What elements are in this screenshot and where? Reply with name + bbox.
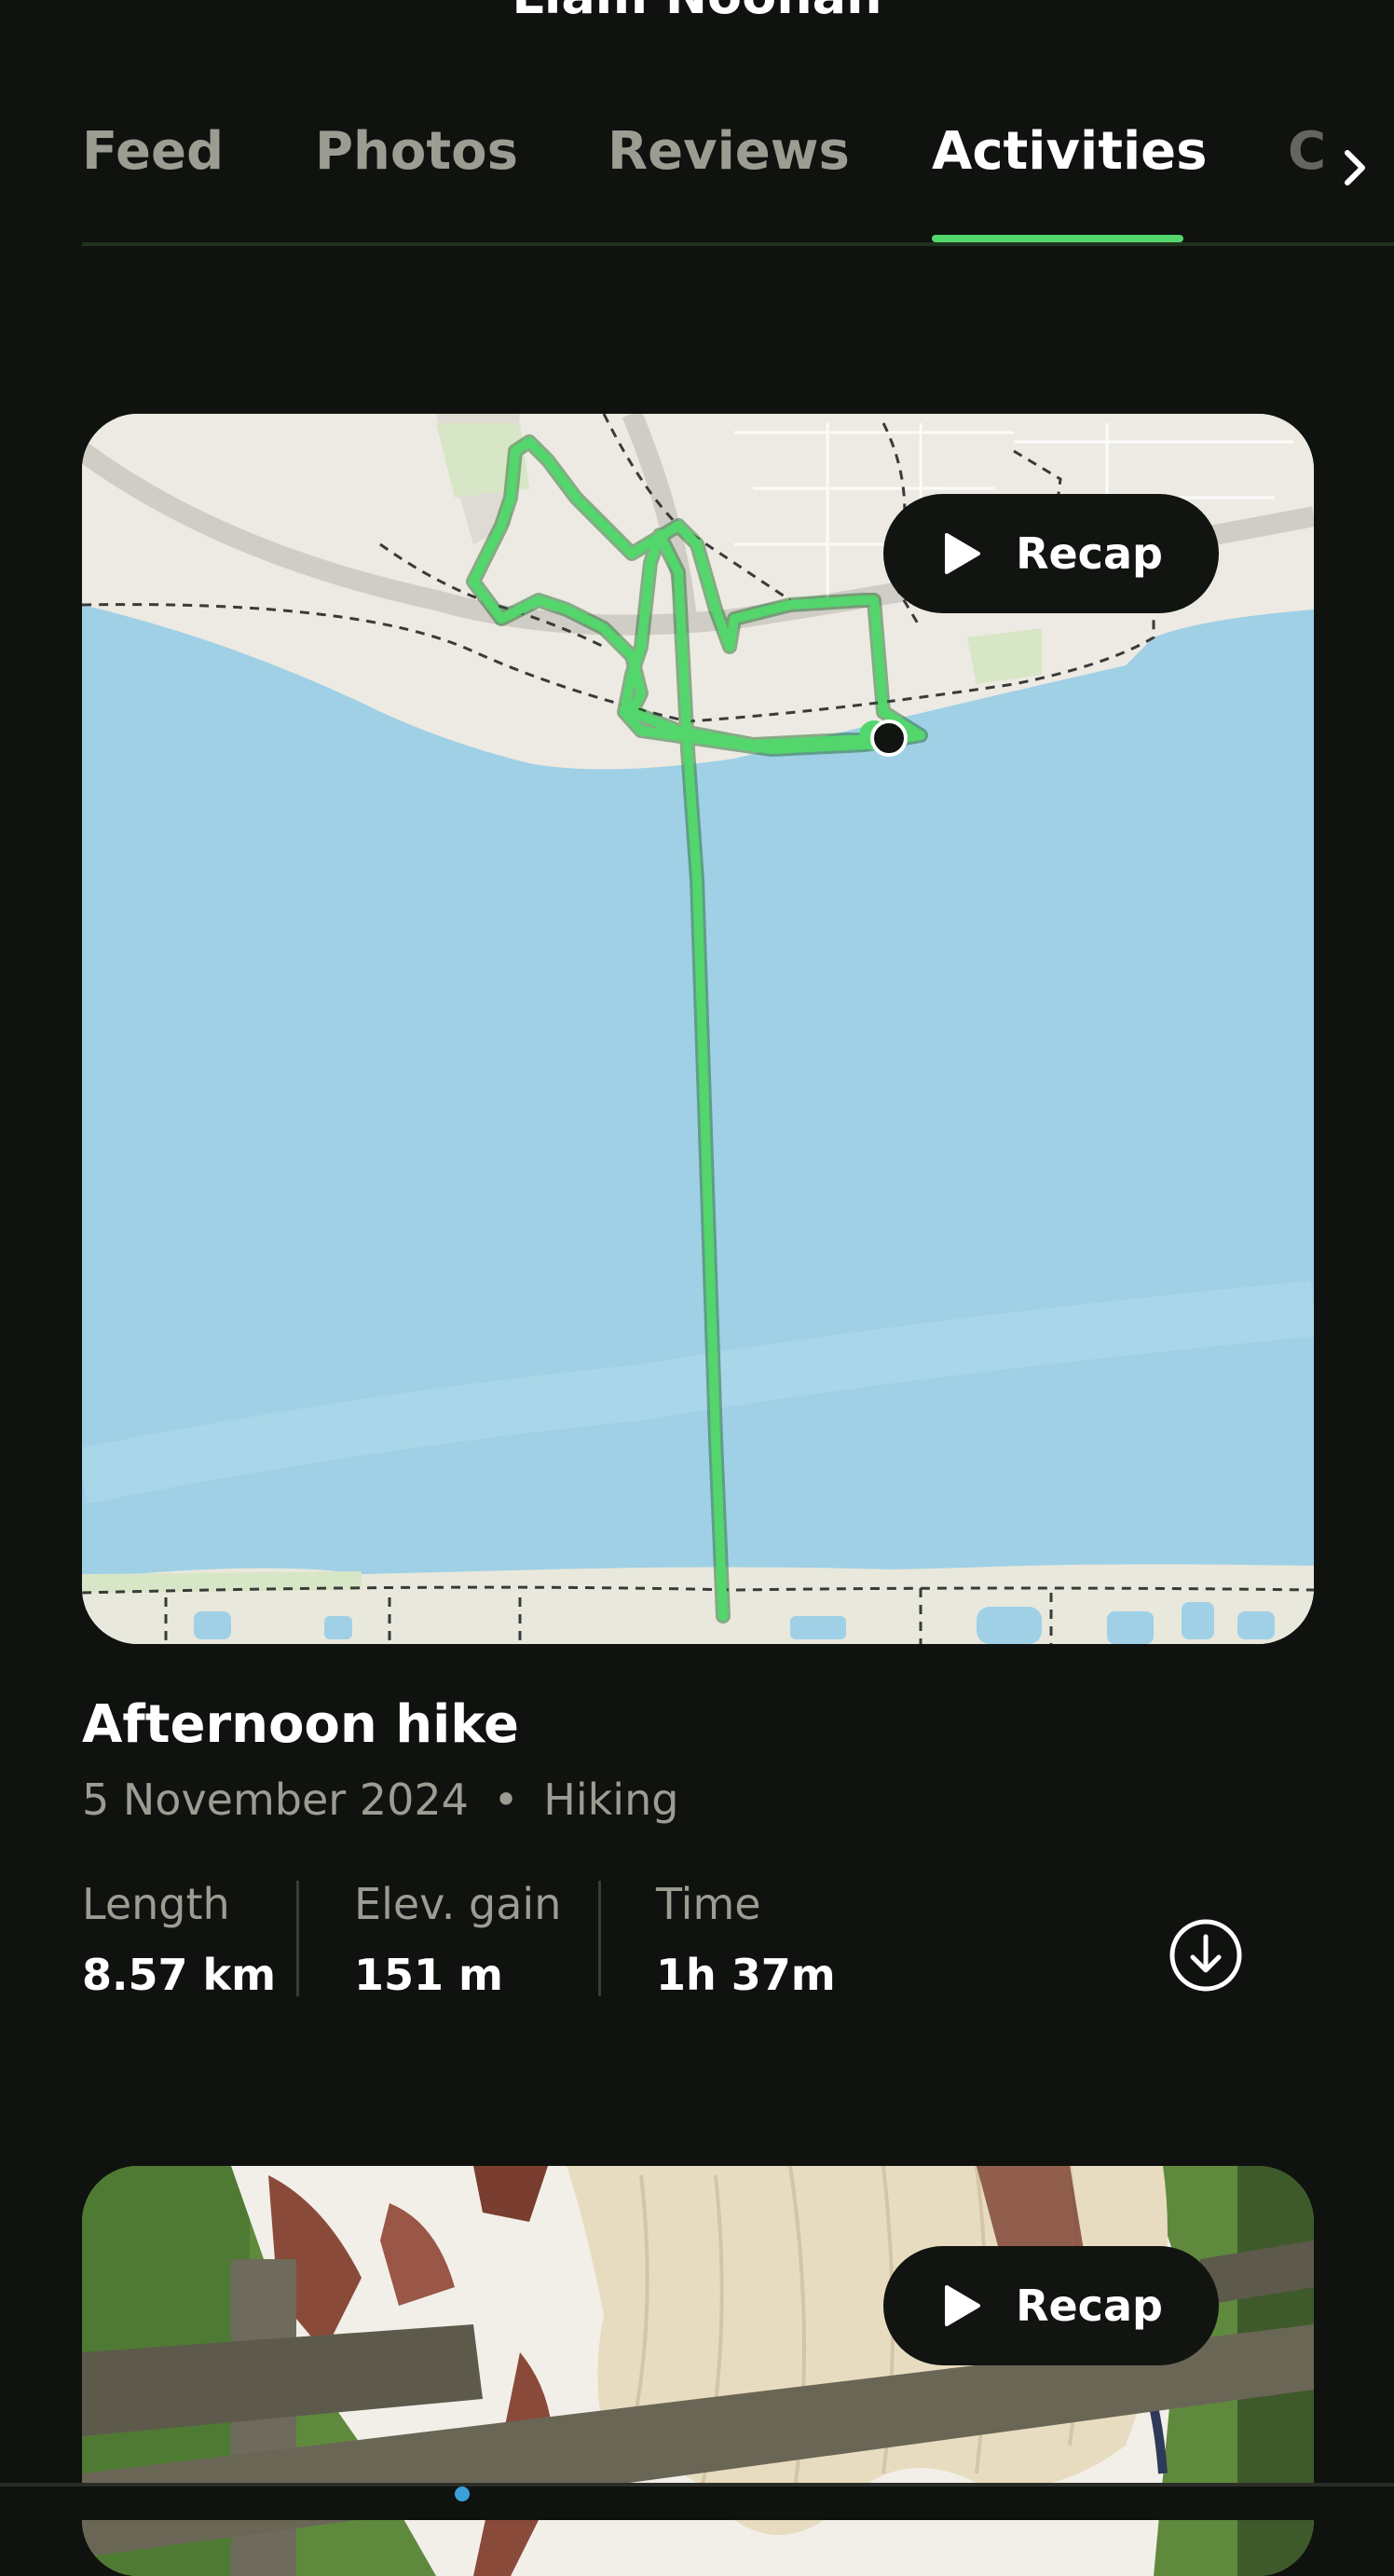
recap-button[interactable]: Recap: [883, 494, 1219, 613]
profile-tabs: Feed Photos Reviews Activities C: [0, 112, 1394, 252]
activity-date: 5 November 2024: [82, 1774, 469, 1825]
activity-title[interactable]: Afternoon hike: [82, 1694, 519, 1755]
download-button[interactable]: [1167, 1916, 1245, 1994]
bottom-nav-edge: [0, 2483, 1394, 2501]
meta-separator: •: [493, 1774, 519, 1825]
play-icon: [945, 533, 981, 574]
chevron-right-icon: [1345, 150, 1365, 185]
stat-label: Length: [82, 1879, 230, 1929]
activity-map[interactable]: Recap: [82, 414, 1314, 1644]
recap-button[interactable]: Recap: [883, 2246, 1219, 2365]
stat-value: 8.57 km: [82, 1950, 277, 2000]
bottom-navigation-bar: [0, 2483, 1394, 2520]
stat-value: 151 m: [354, 1950, 503, 2000]
download-icon: [1169, 1919, 1242, 1992]
stat-time: Time 1h 37m: [656, 1879, 836, 2000]
tab-collections[interactable]: C: [1288, 121, 1326, 182]
stat-divider: [598, 1881, 601, 1996]
activity-meta: 5 November 2024 • Hiking: [82, 1774, 678, 1825]
activity-type: Hiking: [543, 1774, 679, 1825]
stat-elevation-gain: Elev. gain 151 m: [354, 1879, 561, 2000]
play-icon: [945, 2285, 981, 2326]
profile-name: Liam Noonan: [0, 0, 1394, 25]
recap-label: Recap: [1016, 2281, 1163, 2331]
tabs-divider: [82, 242, 1394, 246]
gear-icon[interactable]: [1053, 0, 1128, 19]
active-tab-indicator: [932, 235, 1183, 242]
stat-label: Elev. gain: [354, 1879, 562, 1929]
stat-label: Time: [656, 1879, 761, 1929]
stat-divider: [296, 1881, 299, 1996]
tab-reviews[interactable]: Reviews: [608, 121, 850, 182]
tabs-scroll-button[interactable]: [1323, 130, 1388, 205]
tab-feed[interactable]: Feed: [82, 121, 224, 182]
tab-photos[interactable]: Photos: [315, 121, 518, 182]
tab-activities[interactable]: Activities: [932, 121, 1207, 182]
recap-label: Recap: [1016, 528, 1163, 579]
stat-value: 1h 37m: [656, 1950, 836, 2000]
stat-length: Length 8.57 km: [82, 1879, 276, 2000]
